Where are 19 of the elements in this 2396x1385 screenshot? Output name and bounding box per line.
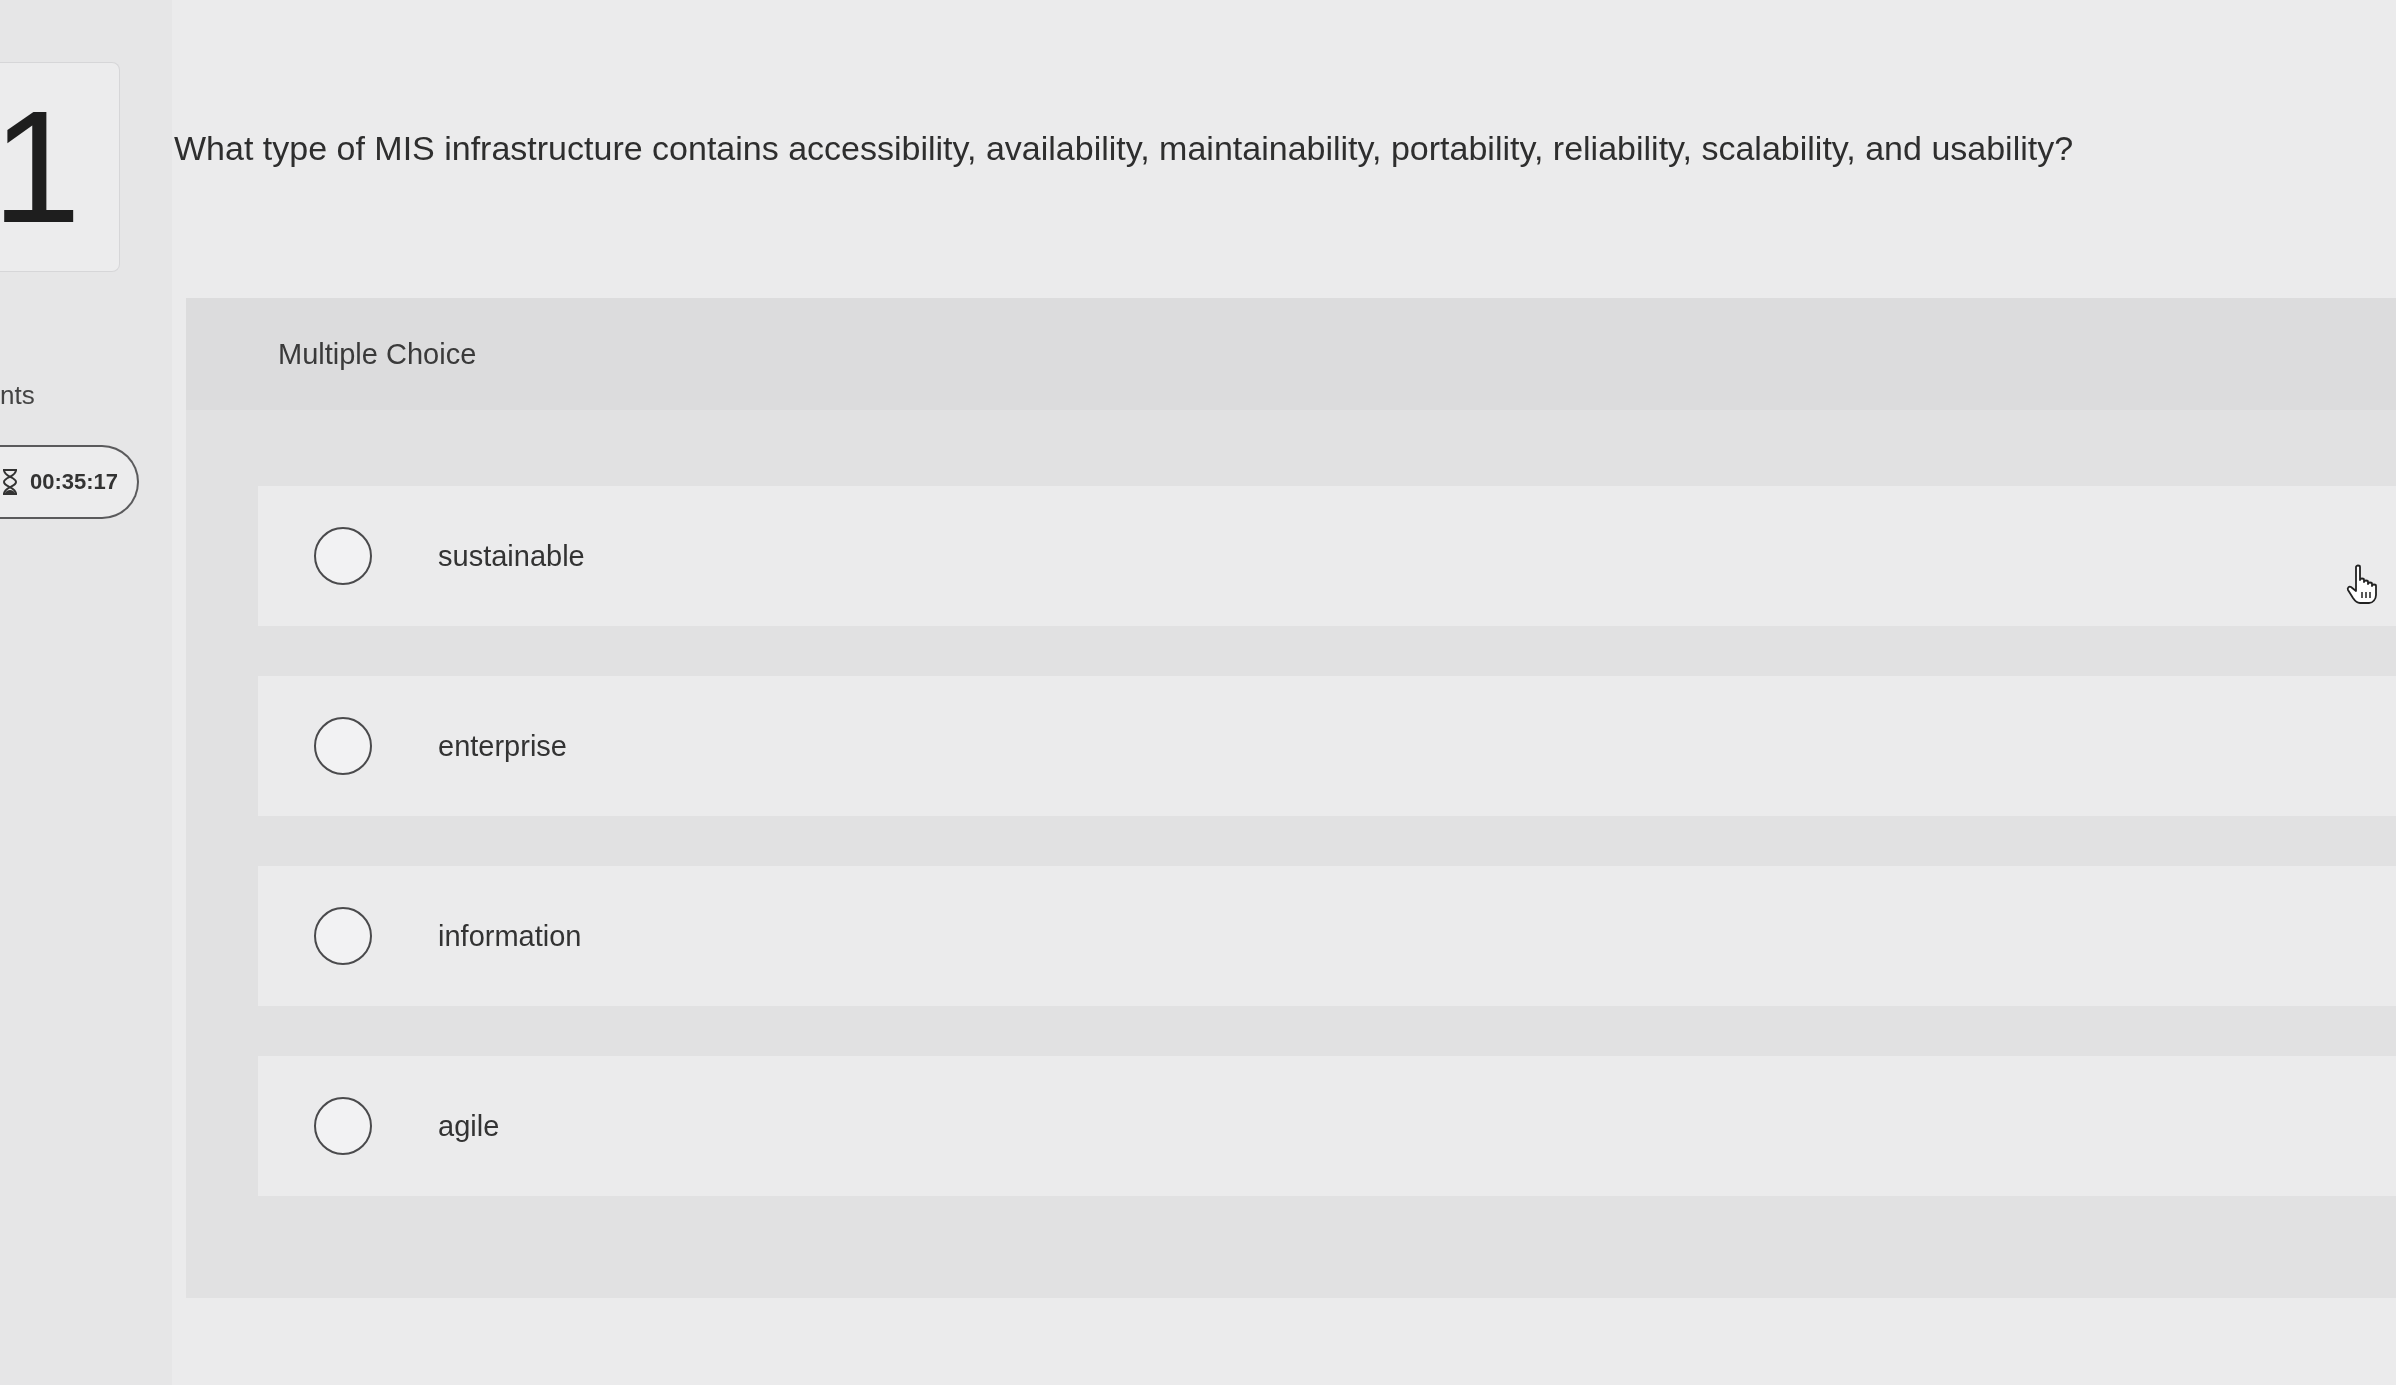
answer-option[interactable]: information: [258, 866, 2396, 1007]
option-label: enterprise: [438, 729, 567, 763]
option-label: agile: [438, 1109, 500, 1143]
points-label: nts: [0, 380, 35, 411]
answer-option[interactable]: enterprise: [258, 676, 2396, 817]
hourglass-icon: [2, 469, 18, 495]
radio-button[interactable]: [314, 907, 372, 966]
radio-button[interactable]: [314, 527, 372, 586]
question-number: 1: [0, 87, 81, 247]
answer-option[interactable]: agile: [258, 1056, 2396, 1197]
radio-button[interactable]: [314, 1097, 372, 1156]
radio-button[interactable]: [314, 717, 372, 776]
option-label: sustainable: [438, 539, 585, 573]
question-text: What type of MIS infrastructure contains accessibility, availability, maintainability, portability, reliability, scalability, and usability?: [173, 128, 2075, 169]
option-label: information: [438, 919, 582, 953]
timer-text: 00:35:17: [30, 469, 119, 495]
panel-title: Multiple Choice: [278, 337, 477, 371]
answer-option[interactable]: sustainable: [258, 486, 2396, 627]
hand-pointer-icon: [2346, 564, 2380, 604]
